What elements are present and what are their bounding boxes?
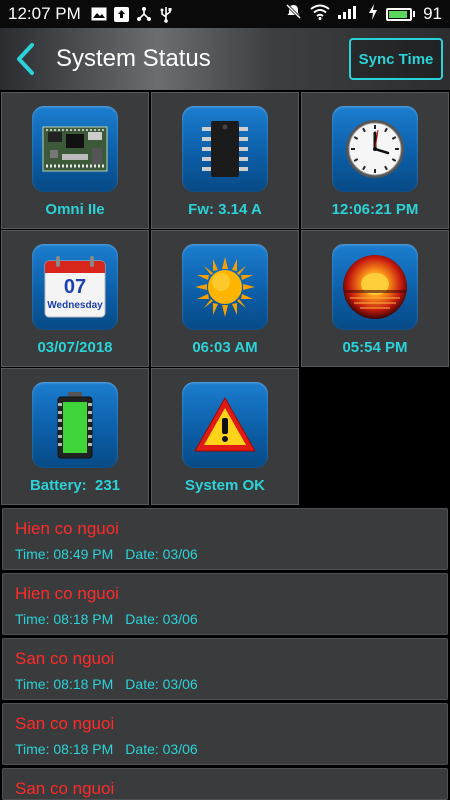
calendar-day: 07 — [64, 276, 86, 298]
signal-icon — [338, 4, 360, 24]
sunset-icon — [343, 255, 407, 319]
tile-label: Omni IIe — [45, 201, 105, 218]
wifi-icon — [310, 4, 330, 25]
list-item[interactable]: San co nguoi — [2, 768, 448, 800]
tile-battery[interactable]: Battery: 231 — [1, 368, 149, 505]
tile-label: Battery: 231 — [29, 477, 121, 494]
battery-percent: 91 — [423, 4, 442, 23]
tile-label: Fw: 3.14 A — [188, 201, 262, 218]
chip-icon — [202, 121, 248, 177]
page-title: System Status — [56, 45, 211, 72]
tile-label: 06:03 AM — [192, 339, 258, 356]
tile-sunset[interactable]: 05:54 PM — [301, 230, 449, 367]
usb-notification-icon — [159, 6, 173, 23]
calendar-icon: 07 Wednesday — [44, 256, 106, 318]
tile-label: 03/07/2018 — [37, 339, 113, 356]
share-notification-icon — [136, 6, 152, 22]
status-right-group: 91 — [285, 3, 442, 25]
upload-notification-icon — [113, 6, 129, 22]
list-item[interactable]: San co nguoi Time: 08:18 PM Date: 03/06 — [2, 703, 448, 765]
tile-controller[interactable]: Omni IIe — [1, 92, 149, 229]
event-time: Time: 08:18 PM — [15, 676, 114, 692]
event-name: Hien co nguoi — [15, 519, 119, 538]
event-time: Time: 08:18 PM — [15, 741, 114, 757]
list-item[interactable]: Hien co nguoi Time: 08:18 PM Date: 03/06 — [2, 573, 448, 635]
chevron-left-icon — [17, 43, 34, 75]
tile-label: 05:54 PM — [342, 339, 408, 356]
calendar-weekday: Wednesday — [47, 300, 103, 311]
event-date: Date: 03/06 — [125, 676, 198, 692]
list-item[interactable]: San co nguoi Time: 08:18 PM Date: 03/06 — [2, 638, 448, 700]
charging-icon — [368, 3, 378, 25]
circuit-board-icon — [42, 126, 108, 172]
event-time: Time: 08:49 PM — [15, 546, 114, 562]
event-name: San co nguoi — [15, 649, 115, 668]
back-button[interactable] — [0, 28, 50, 90]
event-time: Time: 08:18 PM — [15, 611, 114, 627]
status-bar: 12:07 PM 91 — [0, 0, 450, 28]
mute-icon — [285, 3, 302, 25]
tile-date[interactable]: 07 Wednesday 03/07/2018 — [1, 230, 149, 367]
status-tiles-grid: Omni IIe Fw: 3.14 A 12:06:21 PM 07 Wedne… — [0, 90, 450, 506]
list-item[interactable]: Hien co nguoi Time: 08:49 PM Date: 03/06 — [2, 508, 448, 570]
event-date: Date: 03/06 — [125, 741, 198, 757]
tile-system-status[interactable]: System OK — [151, 368, 299, 505]
clock-icon — [346, 120, 404, 178]
sync-time-button[interactable]: Sync Time — [349, 38, 443, 80]
status-time: 12:07 PM — [8, 4, 81, 23]
tile-firmware[interactable]: Fw: 3.14 A — [151, 92, 299, 229]
event-name: San co nguoi — [15, 714, 115, 733]
tile-label: System OK — [184, 477, 266, 494]
event-name: San co nguoi — [15, 779, 115, 798]
gallery-notification-icon — [91, 7, 107, 21]
event-date: Date: 03/06 — [125, 546, 198, 562]
warning-icon — [194, 397, 256, 452]
tile-label: 12:06:21 PM — [331, 201, 419, 218]
battery-status-icon — [386, 7, 416, 21]
event-date: Date: 03/06 — [125, 611, 198, 627]
tile-clock[interactable]: 12:06:21 PM — [301, 92, 449, 229]
tile-sunrise[interactable]: 06:03 AM — [151, 230, 299, 367]
event-name: Hien co nguoi — [15, 584, 119, 603]
app-bar: System Status Sync Time — [0, 28, 450, 90]
battery-icon — [57, 392, 93, 459]
sunrise-icon — [195, 257, 255, 317]
